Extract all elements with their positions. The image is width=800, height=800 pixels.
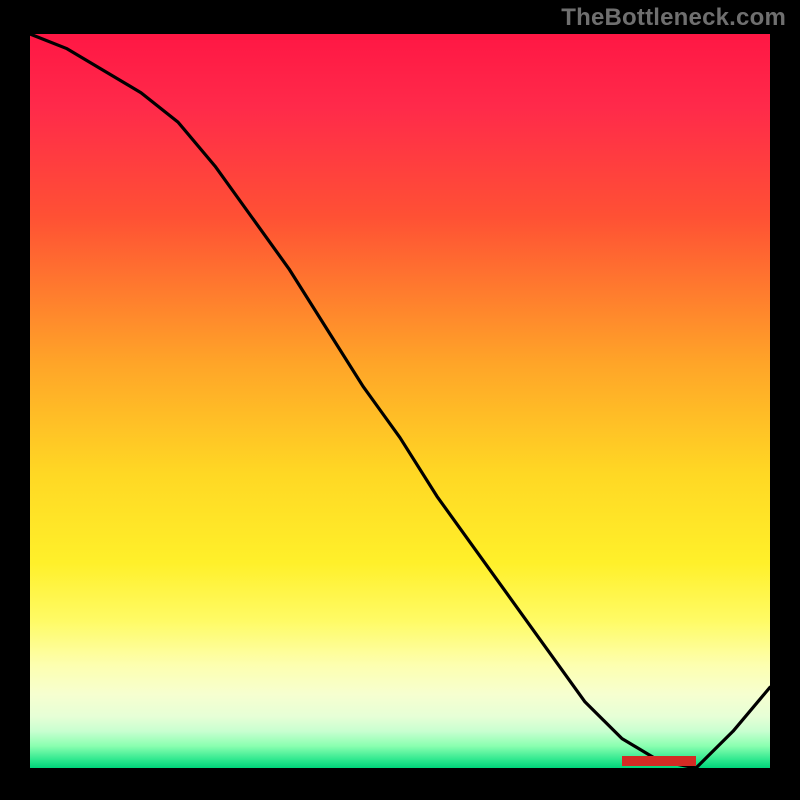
attribution-text: TheBottleneck.com bbox=[561, 4, 786, 32]
chart-frame: TheBottleneck.com OPTIMAL bbox=[0, 0, 800, 800]
optimal-marker: OPTIMAL bbox=[622, 756, 696, 766]
bottleneck-curve bbox=[30, 34, 770, 768]
plot-area: OPTIMAL bbox=[30, 34, 770, 768]
